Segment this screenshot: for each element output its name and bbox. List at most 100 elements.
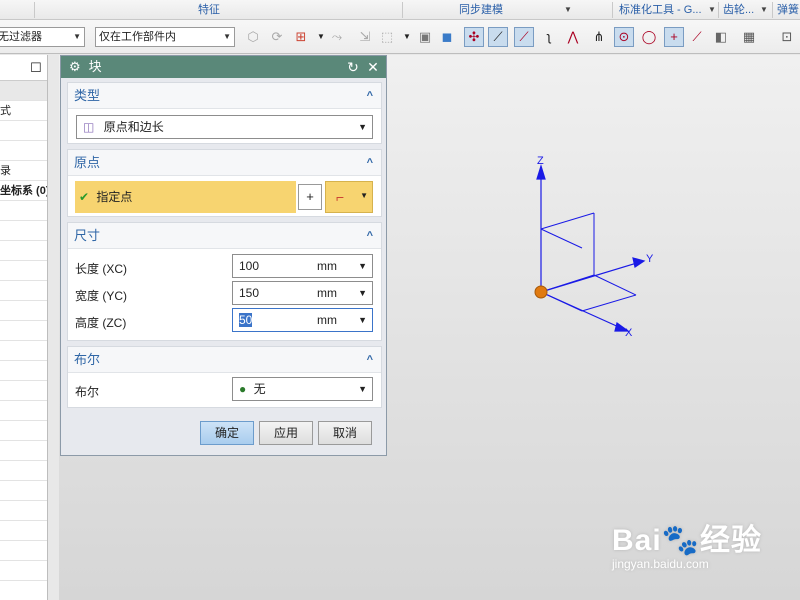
- specify-point-label: 指定点: [96, 190, 133, 204]
- close-icon[interactable]: ✕: [364, 56, 382, 78]
- navigator-row[interactable]: [0, 401, 47, 421]
- navigator-row[interactable]: [0, 141, 47, 161]
- boolean-value: 无: [253, 382, 266, 396]
- navigator-row[interactable]: [0, 441, 47, 461]
- navigator-row[interactable]: [0, 461, 47, 481]
- navigator-row[interactable]: [0, 341, 47, 361]
- ok-button[interactable]: 确定: [200, 421, 254, 445]
- block-type-select[interactable]: ◫ 原点和边长 ▼: [76, 115, 373, 139]
- type-section-header[interactable]: 类型 ^: [68, 83, 381, 109]
- dimensions-section: 尺寸 ^ 长度 (XC) 100 mm ▼ 宽度 (YC) 150 mm ▼ 高…: [67, 222, 382, 341]
- ribbon-group-feature[interactable]: 特征: [198, 0, 220, 20]
- inferred-point-select[interactable]: ⌐ ▼: [325, 181, 373, 213]
- collapse-caret-icon[interactable]: ^: [367, 347, 373, 373]
- navigator-row[interactable]: [0, 481, 47, 501]
- maximize-icon[interactable]: ☐: [30, 60, 42, 76]
- navigator-row[interactable]: 坐标系 (0): [0, 181, 47, 201]
- more-tools-icon[interactable]: ⊡: [778, 28, 796, 46]
- width-label: 宽度 (YC): [75, 289, 127, 303]
- length-label: 长度 (XC): [75, 262, 127, 276]
- z-axis-label: Z: [537, 155, 544, 167]
- selection-scope-combo[interactable]: 仅在工作部件内 ▼: [95, 27, 235, 47]
- line-snap-icon[interactable]: ⟋: [488, 27, 508, 47]
- mid-point-snap-icon[interactable]: ⟋: [514, 27, 534, 47]
- dimensions-section-header[interactable]: 尺寸 ^: [68, 223, 381, 249]
- curve-snap-icon[interactable]: ʅ: [540, 28, 558, 46]
- ribbon-group-gear[interactable]: 齿轮...: [723, 0, 757, 20]
- selection-box-icon[interactable]: ⬚: [378, 28, 396, 46]
- ribbon-group-spring[interactable]: 弹簧: [777, 0, 800, 20]
- length-value: 100: [239, 259, 260, 273]
- intersection-snap-icon[interactable]: ⋔: [590, 28, 608, 46]
- cancel-button[interactable]: 取消: [318, 421, 372, 445]
- navigator-row[interactable]: [0, 561, 47, 581]
- selection-scope-label: 仅在工作部件内: [99, 31, 176, 43]
- box-view-icon[interactable]: ▣: [416, 28, 434, 46]
- point-on-curve-snap-icon[interactable]: ⟋: [688, 28, 706, 46]
- specify-point-row[interactable]: ✔ 指定点: [75, 181, 296, 213]
- boolean-section-header[interactable]: 布尔 ^: [68, 347, 381, 373]
- ribbon-dropdown-icon[interactable]: ▼: [564, 0, 572, 20]
- solid-view-icon[interactable]: ◼: [438, 28, 456, 46]
- length-field[interactable]: 100 mm ▼: [232, 254, 373, 278]
- navigator-row[interactable]: [0, 421, 47, 441]
- origin-point-handle[interactable]: [534, 285, 548, 299]
- boolean-select[interactable]: ● 无 ▼: [232, 377, 373, 401]
- collapse-caret-icon[interactable]: ^: [367, 83, 373, 109]
- control-point-snap-icon[interactable]: ⋀: [564, 28, 582, 46]
- navigator-row[interactable]: [0, 81, 47, 101]
- navigator-row[interactable]: [0, 521, 47, 541]
- quadrant-snap-icon[interactable]: ◯: [640, 28, 658, 46]
- height-label: 高度 (ZC): [75, 316, 127, 330]
- width-field[interactable]: 150 mm ▼: [232, 281, 373, 305]
- navigator-row[interactable]: [0, 501, 47, 521]
- boolean-none-icon: ●: [239, 382, 247, 396]
- boolean-section-title: 布尔: [74, 352, 101, 367]
- end-point-snap-icon[interactable]: ✣: [464, 27, 484, 47]
- existing-point-snap-icon[interactable]: +: [664, 27, 684, 47]
- navigator-row[interactable]: [0, 201, 47, 221]
- point-on-face-snap-icon[interactable]: ◧: [712, 28, 730, 46]
- type-filter-combo[interactable]: 无过滤器 ▼: [0, 27, 85, 47]
- point-dialog-button[interactable]: +: [298, 184, 322, 210]
- feature-icon[interactable]: ⬡: [244, 28, 262, 46]
- chevron-down-icon[interactable]: ▼: [398, 28, 416, 46]
- navigator-row[interactable]: [0, 321, 47, 341]
- bounded-grid-icon[interactable]: ▦: [740, 28, 758, 46]
- navigator-row[interactable]: [0, 541, 47, 561]
- navigator-row[interactable]: [0, 221, 47, 241]
- body-icon[interactable]: ⟳: [268, 28, 286, 46]
- snap-plus-icon[interactable]: ⊞: [292, 28, 310, 46]
- arc-center-snap-icon[interactable]: ⊙: [614, 27, 634, 47]
- height-unit: mm: [317, 313, 337, 327]
- chevron-down-icon: ▼: [73, 32, 81, 41]
- ribbon-dropdown-icon[interactable]: ▼: [760, 0, 768, 20]
- navigator-row[interactable]: [0, 281, 47, 301]
- ribbon-group-sync-modeling[interactable]: 同步建模: [459, 0, 503, 20]
- navigator-row[interactable]: [0, 381, 47, 401]
- ribbon-dropdown-icon[interactable]: ▼: [708, 0, 716, 20]
- block-type-value: 原点和边长: [103, 120, 164, 134]
- navigator-row[interactable]: [0, 361, 47, 381]
- navigator-row[interactable]: [0, 241, 47, 261]
- curve-rule-icon[interactable]: ⤳: [328, 28, 346, 46]
- x-axis-line: [540, 291, 622, 329]
- height-field[interactable]: 50 mm ▼: [232, 308, 373, 332]
- width-value: 150: [239, 286, 260, 300]
- navigator-row[interactable]: [0, 581, 47, 600]
- ribbon-group-standard-tools[interactable]: 标准化工具 - G...: [619, 0, 705, 20]
- navigator-row[interactable]: [0, 261, 47, 281]
- face-rule-icon[interactable]: ⇲: [356, 28, 374, 46]
- navigator-row[interactable]: [0, 121, 47, 141]
- collapse-caret-icon[interactable]: ^: [367, 223, 373, 249]
- navigator-row[interactable]: [0, 301, 47, 321]
- inferred-point-icon: ⌐: [336, 189, 345, 205]
- apply-button[interactable]: 应用: [259, 421, 313, 445]
- selection-toolbar: 无过滤器 ▼ 仅在工作部件内 ▼ ⬡ ⟳ ⊞ ▼ ⤳ ⇲ ⬚ ▼ ▣ ◼ ✣ ⟋…: [0, 20, 800, 54]
- navigator-row[interactable]: 录: [0, 161, 47, 181]
- reset-icon[interactable]: ↻: [344, 56, 362, 78]
- origin-section-header[interactable]: 原点 ^: [68, 150, 381, 176]
- navigator-header: ☐: [0, 55, 47, 81]
- navigator-row[interactable]: 式: [0, 101, 47, 121]
- collapse-caret-icon[interactable]: ^: [367, 150, 373, 176]
